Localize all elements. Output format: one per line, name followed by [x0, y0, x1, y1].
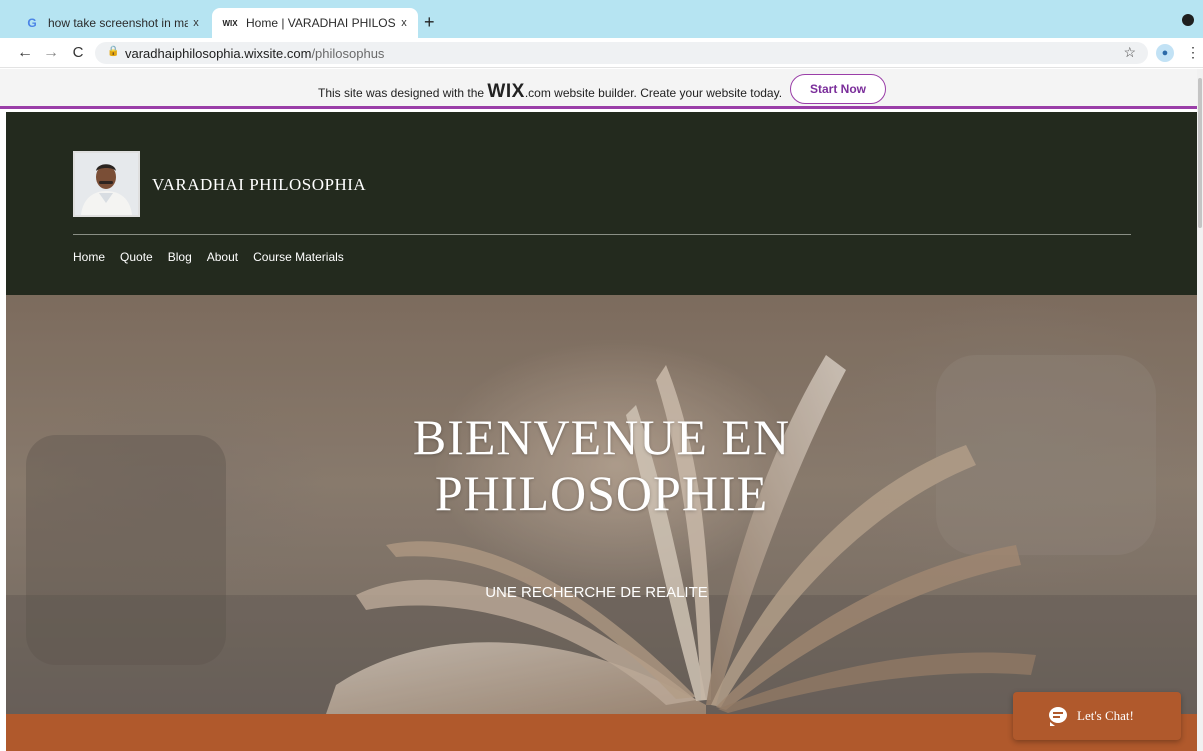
wix-logo: WIX	[487, 81, 525, 102]
header-divider	[73, 234, 1131, 235]
wix-banner-text-after: .com website builder. Create your websit…	[524, 86, 783, 100]
hero-title: BIENVENUE EN PHILOSOPHIE	[6, 409, 1197, 521]
url-path: /philosophus	[311, 46, 385, 61]
back-arrow-icon[interactable]: ←	[15, 43, 35, 63]
url-host: varadhaiphilosophia.wixsite.com	[125, 46, 312, 61]
menu-item-quote[interactable]: Quote	[120, 250, 153, 264]
browser-profile-icon[interactable]	[1182, 14, 1194, 26]
tab-google-search[interactable]: G how take screenshot in macbo x	[14, 8, 210, 38]
menu-item-course-materials[interactable]: Course Materials	[253, 250, 344, 264]
site-name[interactable]: VARADHAI PHILOSOPHIA	[152, 175, 366, 195]
hero-section: BIENVENUE EN PHILOSOPHIE UNE RECHERCHE D…	[6, 295, 1197, 714]
portrait-image	[75, 153, 138, 215]
wix-banner: This site was designed with the WIX.com …	[0, 69, 1203, 109]
wix-banner-text-before: This site was designed with the	[318, 86, 488, 100]
close-tab-icon[interactable]: x	[188, 17, 204, 29]
wix-banner-text: This site was designed with the WIX.com …	[318, 81, 782, 103]
menu-item-blog[interactable]: Blog	[168, 250, 192, 264]
address-bar[interactable]: 🔒 varadhaiphilosophia.wixsite.com/philos…	[95, 42, 1148, 64]
tab-wix-home[interactable]: WIX Home | VARADHAI PHILOSOPH x	[212, 8, 418, 38]
site-header: VARADHAI PHILOSOPHIA Home Quote Blog Abo…	[6, 112, 1197, 295]
chat-widget-button[interactable]: Let's Chat!	[1013, 692, 1181, 740]
close-tab-icon[interactable]: x	[396, 17, 412, 29]
reload-icon[interactable]: C	[68, 43, 88, 63]
bookmark-star-icon[interactable]: ☆	[1123, 44, 1136, 61]
tab-title: Home | VARADHAI PHILOSOPH	[246, 16, 396, 30]
chat-bubble-icon	[1049, 707, 1067, 726]
site-menu: Home Quote Blog About Course Materials	[73, 250, 344, 264]
menu-item-home[interactable]: Home	[73, 250, 105, 264]
wix-icon: WIX	[222, 18, 238, 28]
google-g-icon: G	[27, 16, 37, 30]
hero-subtitle: UNE RECHERCHE DE REALITE	[485, 584, 708, 601]
tab-strip: G how take screenshot in macbo x WIX Hom…	[0, 0, 1203, 38]
site-logo-portrait[interactable]	[73, 151, 140, 217]
chat-label: Let's Chat!	[1077, 708, 1134, 723]
menu-item-about[interactable]: About	[207, 250, 238, 264]
hero-title-line-1: BIENVENUE EN	[412, 409, 791, 465]
account-icon[interactable]: ●	[1156, 44, 1174, 62]
forward-arrow-icon[interactable]: →	[41, 43, 61, 63]
website: VARADHAI PHILOSOPHIA Home Quote Blog Abo…	[6, 112, 1197, 751]
menu-kebab-icon[interactable]: ⋮	[1186, 44, 1200, 61]
start-now-button[interactable]: Start Now	[790, 74, 886, 104]
new-tab-button[interactable]: +	[424, 12, 435, 33]
hero-title-line-2: PHILOSOPHIE	[434, 465, 769, 521]
lock-icon: 🔒	[107, 46, 120, 57]
browser-toolbar: ← → C 🔒 varadhaiphilosophia.wixsite.com/…	[0, 38, 1203, 68]
tab-title: how take screenshot in macbo	[48, 16, 188, 30]
scrollbar-thumb[interactable]	[1198, 78, 1202, 228]
url-text: varadhaiphilosophia.wixsite.com/philosop…	[125, 46, 384, 61]
